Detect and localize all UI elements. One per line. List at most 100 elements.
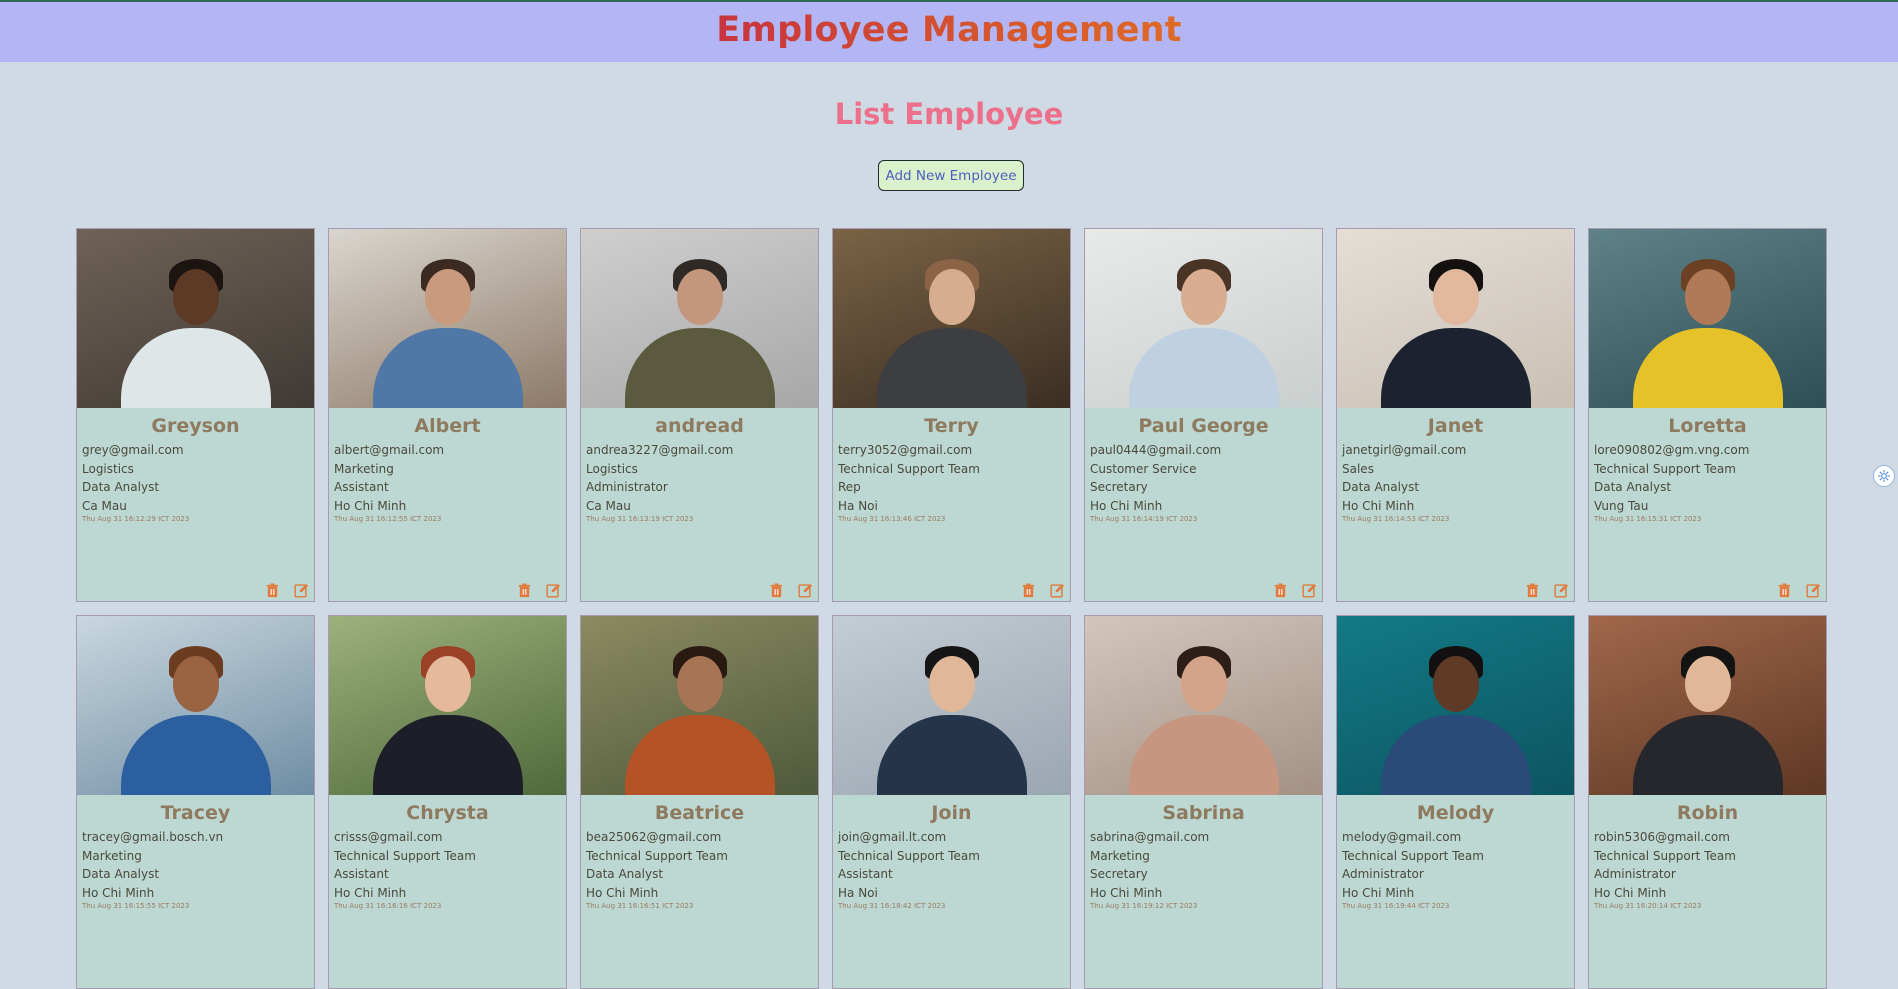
employee-position: Secretary bbox=[1090, 480, 1148, 494]
edit-icon[interactable] bbox=[546, 583, 561, 598]
employee-department: Marketing bbox=[334, 461, 394, 476]
edit-icon[interactable] bbox=[1806, 583, 1821, 598]
employee-card: Sabrina sabrina@gmail.com Marketing Secr… bbox=[1084, 615, 1323, 989]
card-actions bbox=[517, 583, 561, 598]
employee-card: Chrysta crisss@gmail.com Technical Suppo… bbox=[328, 615, 567, 989]
employee-name: Chrysta bbox=[406, 802, 489, 824]
employee-photo bbox=[581, 229, 818, 408]
card-actions bbox=[1525, 583, 1569, 598]
photo-shoulders bbox=[876, 328, 1027, 408]
employee-name: Join bbox=[931, 802, 972, 824]
edit-icon[interactable] bbox=[294, 583, 309, 598]
edit-icon[interactable] bbox=[1302, 583, 1317, 598]
employee-city: Ho Chi Minh bbox=[334, 498, 407, 513]
photo-shoulders bbox=[624, 715, 775, 795]
employee-card: Tracey tracey@gmail.bosch.vn Marketing D… bbox=[76, 615, 315, 989]
card-actions bbox=[1021, 583, 1065, 598]
employee-position: Assistant bbox=[334, 480, 389, 494]
settings-icon[interactable] bbox=[1873, 465, 1895, 487]
employee-photo bbox=[1337, 229, 1574, 408]
employee-email: andrea3227@gmail.com bbox=[586, 443, 734, 457]
employee-name: Robin bbox=[1676, 802, 1739, 824]
employee-name: Sabrina bbox=[1162, 802, 1245, 824]
trash-icon[interactable] bbox=[1021, 583, 1036, 598]
employee-photo bbox=[1589, 616, 1826, 795]
edit-icon[interactable] bbox=[798, 583, 813, 598]
employee-email: sabrina@gmail.com bbox=[1090, 830, 1210, 844]
employee-position: Administrator bbox=[1594, 867, 1676, 881]
employee-email: join@gmail.lt.com bbox=[838, 830, 947, 844]
employee-name: Terry bbox=[924, 415, 979, 437]
photo-shoulders bbox=[1380, 715, 1531, 795]
trash-icon[interactable] bbox=[265, 583, 280, 598]
employee-created-time: Thu Aug 31 16:19:12 ICT 2023 bbox=[1090, 902, 1198, 910]
photo-shoulders bbox=[120, 715, 271, 795]
employee-name: Albert bbox=[414, 415, 481, 437]
trash-icon[interactable] bbox=[769, 583, 784, 598]
employee-department: Customer Service bbox=[1090, 461, 1197, 476]
trash-icon[interactable] bbox=[517, 583, 532, 598]
photo-shoulders bbox=[120, 328, 271, 408]
photo-face bbox=[172, 656, 219, 712]
photo-face bbox=[928, 269, 975, 325]
employee-card: Terry terry3052@gmail.com Technical Supp… bbox=[832, 228, 1071, 602]
employee-city: Ha Noi bbox=[838, 498, 878, 513]
employee-department: Technical Support Team bbox=[1342, 848, 1484, 863]
employee-position: Rep bbox=[838, 480, 861, 494]
edit-icon[interactable] bbox=[1554, 583, 1569, 598]
trash-icon[interactable] bbox=[1273, 583, 1288, 598]
employee-email: tracey@gmail.bosch.vn bbox=[82, 830, 224, 844]
employee-photo bbox=[77, 616, 314, 795]
employee-city: Ca Mau bbox=[82, 498, 127, 513]
employee-card: andread andrea3227@gmail.com Logistics A… bbox=[580, 228, 819, 602]
employee-name: Melody bbox=[1416, 802, 1495, 824]
employee-photo bbox=[77, 229, 314, 408]
employee-department: Technical Support Team bbox=[334, 848, 476, 863]
employee-photo bbox=[581, 616, 818, 795]
employee-photo bbox=[833, 229, 1070, 408]
page-title: List Employee bbox=[834, 97, 1064, 131]
trash-icon[interactable] bbox=[1777, 583, 1792, 598]
employee-position: Data Analyst bbox=[586, 867, 664, 881]
employee-created-time: Thu Aug 31 16:16:16 ICT 2023 bbox=[334, 902, 442, 910]
employee-photo bbox=[1337, 616, 1574, 795]
employee-created-time: Thu Aug 31 16:16:51 ICT 2023 bbox=[586, 902, 694, 910]
employee-email: crisss@gmail.com bbox=[334, 830, 443, 844]
employee-name: Janet bbox=[1427, 415, 1484, 437]
employee-card: Join join@gmail.lt.com Technical Support… bbox=[832, 615, 1071, 989]
photo-face bbox=[1180, 656, 1227, 712]
photo-shoulders bbox=[1632, 715, 1783, 795]
employee-city: Ho Chi Minh bbox=[1594, 885, 1667, 900]
employee-created-time: Thu Aug 31 16:13:46 ICT 2023 bbox=[838, 515, 946, 523]
photo-shoulders bbox=[876, 715, 1027, 795]
employee-email: bea25062@gmail.com bbox=[586, 830, 722, 844]
employee-photo bbox=[1085, 229, 1322, 408]
edit-icon[interactable] bbox=[1050, 583, 1065, 598]
employee-email: robin5306@gmail.com bbox=[1594, 830, 1730, 844]
employee-photo bbox=[329, 616, 566, 795]
employee-position: Data Analyst bbox=[1594, 480, 1672, 494]
employee-photo bbox=[1589, 229, 1826, 408]
trash-icon[interactable] bbox=[1525, 583, 1540, 598]
card-actions bbox=[1777, 583, 1821, 598]
photo-shoulders bbox=[372, 328, 523, 408]
employee-city: Ca Mau bbox=[586, 498, 631, 513]
employee-created-time: Thu Aug 31 16:12:29 ICT 2023 bbox=[82, 515, 190, 523]
employee-created-time: Thu Aug 31 16:19:44 ICT 2023 bbox=[1342, 902, 1450, 910]
employee-name: Greyson bbox=[151, 415, 240, 437]
employee-position: Secretary bbox=[1090, 867, 1148, 881]
employee-created-time: Thu Aug 31 16:15:31 ICT 2023 bbox=[1594, 515, 1702, 523]
photo-face bbox=[172, 269, 219, 325]
photo-face bbox=[1180, 269, 1227, 325]
employee-department: Sales bbox=[1342, 461, 1374, 476]
employee-created-time: Thu Aug 31 16:20:14 ICT 2023 bbox=[1594, 902, 1702, 910]
add-employee-button[interactable]: Add New Employee bbox=[878, 160, 1024, 191]
photo-face bbox=[676, 656, 723, 712]
employee-email: terry3052@gmail.com bbox=[838, 443, 973, 457]
card-actions bbox=[769, 583, 813, 598]
employee-email: paul0444@gmail.com bbox=[1090, 443, 1222, 457]
employee-created-time: Thu Aug 31 16:18:42 ICT 2023 bbox=[838, 902, 946, 910]
employee-email: janetgirl@gmail.com bbox=[1342, 443, 1467, 457]
employee-card: Greyson grey@gmail.com Logistics Data An… bbox=[76, 228, 315, 602]
card-actions bbox=[1273, 583, 1317, 598]
